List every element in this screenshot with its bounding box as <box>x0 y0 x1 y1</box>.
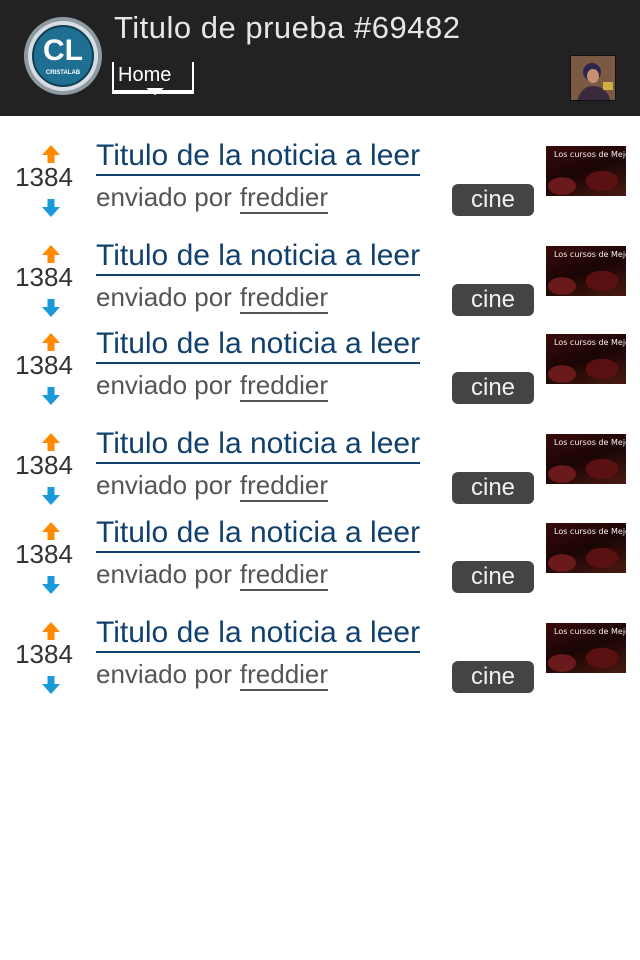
tag-badge[interactable]: cine <box>452 184 534 216</box>
news-meta: enviado por freddier <box>96 182 329 214</box>
avatar[interactable] <box>570 55 616 101</box>
news-thumbnail[interactable]: Los cursos de Mejorando.la <box>546 523 626 573</box>
sent-by-label: enviado por <box>96 182 232 212</box>
arrow-up-icon[interactable] <box>41 144 61 164</box>
news-item: 1384 Titulo de la noticia a leer enviado… <box>0 593 640 694</box>
news-item: 1384 Titulo de la noticia a leer enviado… <box>0 404 640 505</box>
chevron-down-icon <box>146 88 164 95</box>
vote-count: 1384 <box>15 262 73 292</box>
thumbnail-caption: Los cursos de Mejorando.la <box>554 527 626 536</box>
logo-text: CL <box>43 34 83 67</box>
arrow-down-icon[interactable] <box>41 198 61 218</box>
news-title-link[interactable]: Titulo de la noticia a leer <box>96 428 421 464</box>
news-title-link[interactable]: Titulo de la noticia a leer <box>96 140 421 176</box>
author-link[interactable]: freddier <box>239 182 329 214</box>
arrow-up-icon[interactable] <box>41 244 61 264</box>
news-item: 1384 Titulo de la noticia a leer enviado… <box>0 116 640 217</box>
news-thumbnail[interactable]: Los cursos de Mejorando.la <box>546 434 626 484</box>
author-link[interactable]: freddier <box>239 659 329 691</box>
news-thumbnail[interactable]: Los cursos de Mejorando.la <box>546 246 626 296</box>
news-title-link[interactable]: Titulo de la noticia a leer <box>96 517 421 553</box>
logo-subtext: CRISTALAB <box>46 70 81 76</box>
sent-by-label: enviado por <box>96 559 232 589</box>
news-meta: enviado por freddier <box>96 659 329 691</box>
arrow-up-icon[interactable] <box>41 621 61 641</box>
news-thumbnail[interactable]: Los cursos de Mejorando.la <box>546 146 626 196</box>
vote-count: 1384 <box>15 539 73 569</box>
app-header: CL CRISTALAB Titulo de prueba #69482 Hom… <box>0 0 640 116</box>
arrow-up-icon[interactable] <box>41 521 61 541</box>
sent-by-label: enviado por <box>96 370 232 400</box>
thumbnail-caption: Los cursos de Mejorando.la <box>554 338 626 347</box>
sent-by-label: enviado por <box>96 659 232 689</box>
vote-count: 1384 <box>15 350 73 380</box>
thumbnail-caption: Los cursos de Mejorando.la <box>554 250 626 259</box>
thumbnail-caption: Los cursos de Mejorando.la <box>554 150 626 159</box>
news-title-link[interactable]: Titulo de la noticia a leer <box>96 617 421 653</box>
news-meta: enviado por freddier <box>96 559 329 591</box>
news-item: 1384 Titulo de la noticia a leer enviado… <box>0 216 640 317</box>
news-meta: enviado por freddier <box>96 370 329 402</box>
vote-count: 1384 <box>15 450 73 480</box>
news-item: 1384 Titulo de la noticia a leer enviado… <box>0 493 640 594</box>
cristalab-logo[interactable]: CL CRISTALAB <box>22 15 104 97</box>
news-thumbnail[interactable]: Los cursos de Mejorando.la <box>546 623 626 673</box>
tag-badge[interactable]: cine <box>452 661 534 693</box>
tag-badge[interactable]: cine <box>452 372 534 404</box>
news-title-link[interactable]: Titulo de la noticia a leer <box>96 240 421 276</box>
arrow-up-icon[interactable] <box>41 332 61 352</box>
tag-badge[interactable]: cine <box>452 561 534 593</box>
arrow-up-icon[interactable] <box>41 432 61 452</box>
arrow-down-icon[interactable] <box>41 575 61 595</box>
page-title: Titulo de prueba #69482 <box>114 10 461 45</box>
vote-count: 1384 <box>15 162 73 192</box>
news-title-link[interactable]: Titulo de la noticia a leer <box>96 328 421 364</box>
news-item: 1384 Titulo de la noticia a leer enviado… <box>0 304 640 405</box>
thumbnail-caption: Los cursos de Mejorando.la <box>554 438 626 447</box>
arrow-down-icon[interactable] <box>41 675 61 695</box>
author-link[interactable]: freddier <box>239 370 329 402</box>
news-thumbnail[interactable]: Los cursos de Mejorando.la <box>546 334 626 384</box>
vote-count: 1384 <box>15 639 73 669</box>
nav-dropdown[interactable]: Home <box>112 62 194 95</box>
nav-selected-label: Home <box>118 64 172 86</box>
arrow-down-icon[interactable] <box>41 386 61 406</box>
author-link[interactable]: freddier <box>239 559 329 591</box>
thumbnail-caption: Los cursos de Mejorando.la <box>554 627 626 636</box>
